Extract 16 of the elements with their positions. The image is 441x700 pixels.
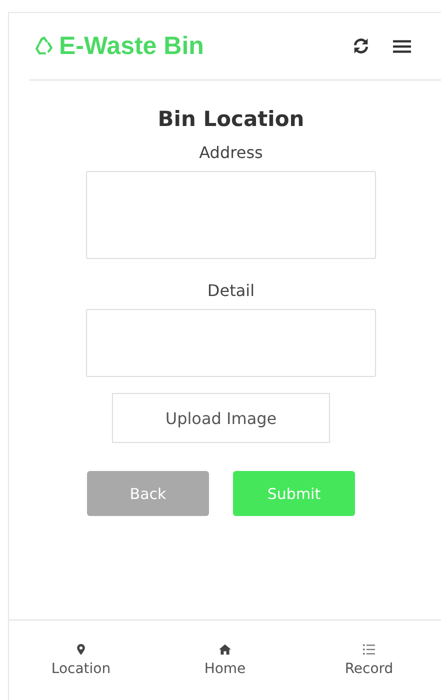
nav-label[interactable]: Home xyxy=(204,660,246,676)
home-icon[interactable] xyxy=(219,644,231,654)
nav-label[interactable]: Record xyxy=(344,660,394,676)
menu-icon[interactable] xyxy=(393,38,411,54)
input-field[interactable] xyxy=(86,171,376,259)
field-label: Address xyxy=(199,143,263,162)
refresh-icon[interactable] xyxy=(351,36,371,56)
pin-icon[interactable] xyxy=(77,644,85,654)
app-title: E-Waste Bin xyxy=(59,32,204,60)
upload-button[interactable]: Upload Image xyxy=(112,393,330,443)
list-icon[interactable] xyxy=(363,644,375,654)
input-field[interactable] xyxy=(86,309,376,377)
form-title: Bin Location xyxy=(158,107,304,131)
field-label: Detail xyxy=(207,281,255,300)
recycle-icon xyxy=(33,35,55,57)
nav-label[interactable]: Location xyxy=(51,660,111,676)
